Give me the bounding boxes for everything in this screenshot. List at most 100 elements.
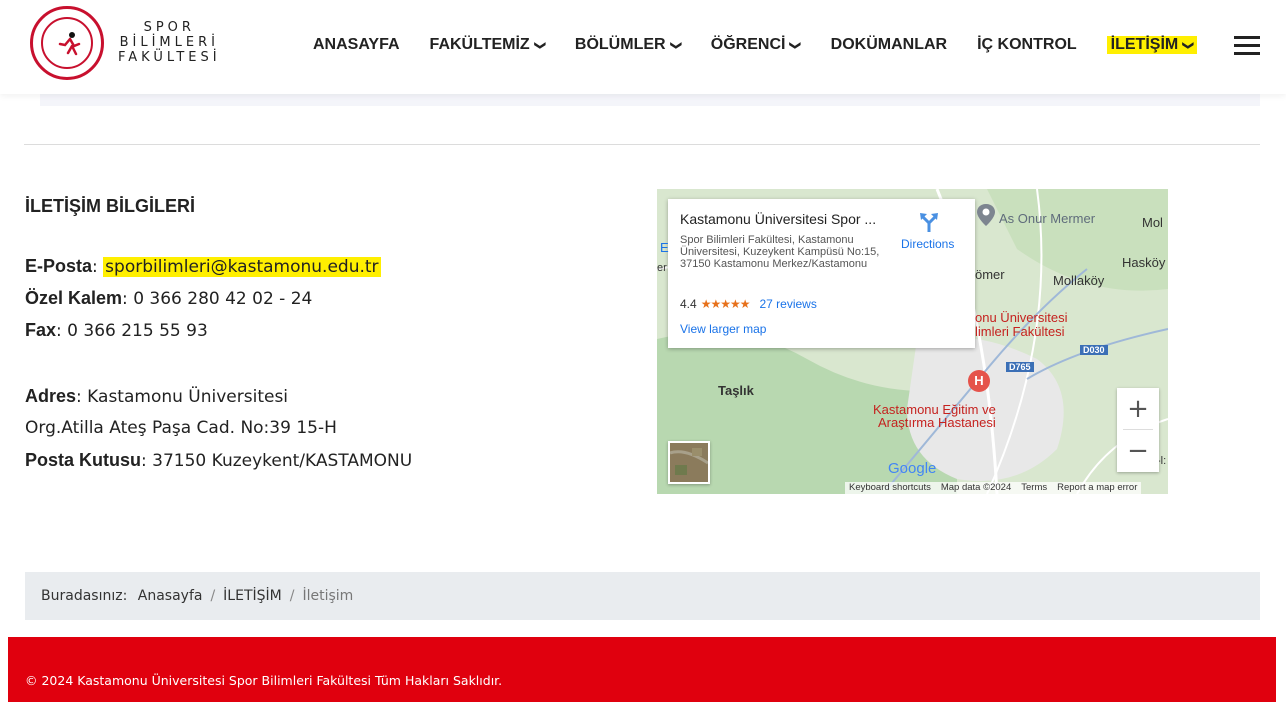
star-icons: ★★★★★ — [700, 297, 751, 311]
zoom-in-button[interactable]: + — [1117, 388, 1159, 430]
pobox-line: Posta Kutusu: 37150 Kuzeykent/KASTAMONU — [25, 444, 625, 476]
chevron-down-icon: ❯ — [1182, 40, 1195, 50]
breadcrumb-home[interactable]: Anasayfa — [138, 588, 203, 604]
main-nav: ANASAYFA FAKÜLTEMİZ ❯ BÖLÜMLER ❯ ÖĞRENCİ… — [313, 34, 1198, 56]
office-label: Özel Kalem — [25, 288, 123, 308]
contact-heading: İLETİŞİM BİLGİLERİ — [25, 196, 195, 216]
chevron-down-icon: ❯ — [669, 40, 682, 50]
place-info-card: Kastamonu Üniversitesi Spor ... Spor Bil… — [668, 199, 975, 348]
header-subband — [40, 94, 1260, 106]
nav-item-ic-kontrol[interactable]: İÇ KONTROL — [977, 36, 1077, 54]
address-line-2: Org.Atilla Ateş Paşa Cad. No:39 15-H — [25, 412, 625, 444]
copyright-text: © 2024 Kastamonu Üniversitesi Spor Bilim… — [25, 673, 503, 688]
brand-line-1: SPOR — [143, 20, 195, 35]
logo-inner-ring — [41, 17, 93, 69]
breadcrumb-current: İletişim — [302, 588, 354, 604]
road-badge-d765: D765 — [1006, 362, 1034, 372]
athlete-icon — [58, 32, 81, 56]
contact-info: İLETİŞİM BİLGİLERİ E-Posta: sporbilimler… — [25, 196, 625, 476]
pobox-value: 37150 Kuzeykent/KASTAMONU — [152, 451, 413, 471]
nav-item-label: İLETİŞİM — [1110, 36, 1179, 53]
nav-item-fakultemiz[interactable]: FAKÜLTEMİZ ❯ — [429, 36, 546, 54]
fax-line: Fax: 0 366 215 55 93 — [25, 314, 625, 346]
reviews-link[interactable]: 27 reviews — [759, 297, 816, 311]
hamburger-bar — [1234, 44, 1260, 47]
keyboard-shortcuts-link[interactable]: Keyboard shortcuts — [849, 482, 931, 493]
chevron-down-icon: ❯ — [533, 40, 546, 50]
nav-item-label: DOKÜMANLAR — [830, 36, 948, 53]
directions-link[interactable]: Directions — [901, 237, 954, 251]
place-address: Spor Bilimleri Fakültesi, Kastamonu Üniv… — [680, 234, 880, 270]
map-label-university-2: limleri Fakültesi — [975, 324, 1065, 339]
directions-icon[interactable] — [918, 211, 940, 233]
google-wordmark: Google — [888, 460, 937, 477]
office-line: Özel Kalem: 0 366 280 42 02 - 24 — [25, 282, 625, 314]
rating-value: 4.4 — [680, 297, 697, 311]
nav-item-dokumanlar[interactable]: DOKÜMANLAR — [831, 36, 947, 54]
embedded-map[interactable]: Kastamonu Üniversitesi Spor ... Spor Bil… — [657, 189, 1168, 494]
map-label-haskoy: Hasköy — [1122, 255, 1166, 270]
hamburger-bar — [1234, 36, 1260, 39]
map-label-taslik: Taşlık — [718, 383, 754, 398]
satellite-thumbnail-icon — [669, 443, 709, 482]
map-label-mol: Mol — [1142, 215, 1163, 230]
fax-number: 0 366 215 55 93 — [67, 321, 208, 341]
view-larger-map-link[interactable]: View larger map — [680, 322, 766, 336]
content-divider — [24, 144, 1260, 145]
nav-item-anasayfa[interactable]: ANASAYFA — [313, 36, 400, 54]
nav-item-label: BÖLÜMLER — [574, 36, 666, 53]
zoom-out-button[interactable]: − — [1117, 430, 1159, 472]
nav-item-iletisim[interactable]: İLETİŞİM ❯ — [1106, 36, 1198, 54]
place-title[interactable]: Kastamonu Üniversitesi Spor ... — [680, 211, 876, 227]
site-footer: © 2024 Kastamonu Üniversitesi Spor Bilim… — [8, 637, 1276, 702]
nav-item-ogrenci[interactable]: ÖĞRENCİ ❯ — [710, 36, 802, 54]
satellite-layer-button[interactable] — [668, 441, 710, 484]
breadcrumb: Buradasınız: Anasayfa / İLETİŞİM / İletişim — [25, 572, 1260, 620]
hamburger-icon[interactable] — [1234, 36, 1260, 55]
map-label-hospital-2: Araştırma Hastanesi — [878, 415, 996, 430]
map-data-text: Map data ©2024 — [940, 482, 1012, 493]
map-label-as-onur: As Onur Mermer — [999, 211, 1096, 226]
nav-item-label: FAKÜLTEMİZ — [429, 36, 530, 53]
email-line: E-Posta: sporbilimleri@kastamonu.edu.tr — [25, 250, 625, 282]
pobox-label: Posta Kutusu — [25, 450, 142, 470]
email-link[interactable]: sporbilimleri@kastamonu.edu.tr — [103, 257, 381, 277]
label-separator: : — [76, 387, 88, 407]
address-label: Adres — [25, 386, 77, 406]
brand-line-3: FAKÜLTESİ — [118, 50, 221, 65]
nav-item-label: ANASAYFA — [313, 36, 400, 53]
address-line-1: Adres: Kastamonu Üniversitesi — [25, 380, 625, 412]
fax-label: Fax — [25, 320, 57, 340]
place-rating: 4.4 ★★★★★ 27 reviews — [680, 297, 817, 311]
chevron-down-icon: ❯ — [789, 40, 802, 50]
label-separator: : — [56, 321, 68, 341]
hospital-marker-icon[interactable]: H — [968, 370, 990, 392]
map-zoom-control: + − — [1117, 388, 1159, 472]
report-error-link[interactable]: Report a map error — [1057, 482, 1137, 493]
brand-line-2: BİLİMLERİ — [119, 35, 219, 50]
site-header: SPOR BİLİMLERİ FAKÜLTESİ ANASAYFA FAKÜLT… — [0, 0, 1286, 94]
hamburger-bar — [1234, 52, 1260, 55]
map-pin-icon[interactable] — [977, 204, 995, 229]
label-separator: : — [141, 451, 153, 471]
breadcrumb-separator: / — [289, 588, 295, 604]
map-attribution: Keyboard shortcuts Map data ©2024 Terms Rep… — [845, 482, 1142, 494]
map-label-omer: ömer — [975, 267, 1005, 282]
address-value-1: Kastamonu Üniversitesi — [87, 387, 289, 407]
breadcrumb-iletisim[interactable]: İLETİŞİM — [223, 588, 282, 604]
faculty-logo[interactable] — [30, 6, 104, 80]
map-label-edge-e: E — [660, 240, 669, 255]
email-label: E-Posta — [25, 256, 93, 276]
address-value-2: Org.Atilla Ateş Paşa Cad. No:39 15-H — [25, 418, 337, 438]
road-badge-d030: D030 — [1080, 345, 1108, 355]
map-label-university-1: onu Üniversitesi — [975, 310, 1068, 325]
brand-wordmark: SPOR BİLİMLERİ FAKÜLTESİ — [118, 20, 221, 65]
nav-item-bolumler[interactable]: BÖLÜMLER ❯ — [574, 36, 682, 54]
map-label-mollakoy: Mollaköy — [1053, 273, 1105, 288]
office-phone: 0 366 280 42 02 - 24 — [133, 289, 313, 309]
nav-item-label: ÖĞRENCİ — [710, 36, 786, 53]
google-logo: Google — [888, 460, 936, 477]
breadcrumb-prefix: Buradasınız: — [41, 588, 128, 604]
terms-link[interactable]: Terms — [1021, 482, 1047, 493]
